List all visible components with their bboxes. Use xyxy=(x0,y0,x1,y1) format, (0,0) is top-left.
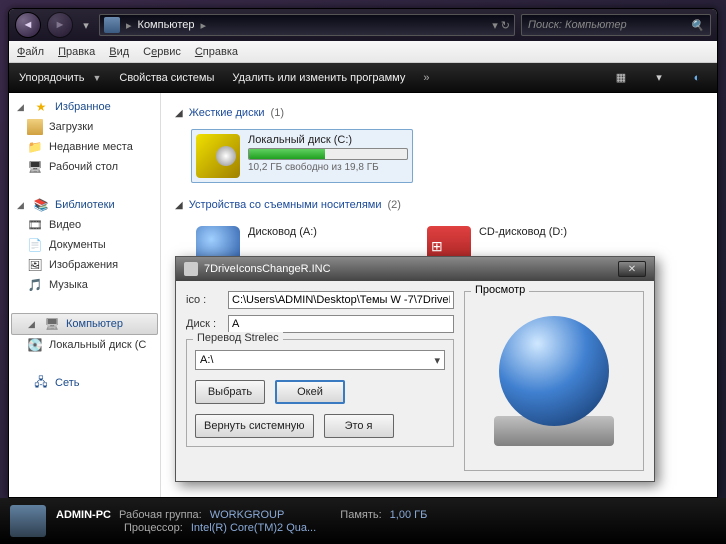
computer-icon: 🖥 xyxy=(44,316,60,332)
back-button[interactable]: ◄ xyxy=(15,12,41,38)
workgroup-label: Рабочая группа: xyxy=(119,509,202,521)
menu-help[interactable]: Справка xyxy=(195,46,238,58)
drive-name: Локальный диск (C:) xyxy=(248,134,408,146)
drive-icon: 💽 xyxy=(27,337,43,353)
collapse-icon: ◢ xyxy=(175,108,183,119)
system-properties-button[interactable]: Свойства системы xyxy=(119,72,214,84)
sidebar-computer[interactable]: ◢🖥Компьютер xyxy=(11,313,158,335)
preview-group: Просмотр xyxy=(464,291,644,471)
drive-icons-changer-dialog: 7DriveIconsChangeR.INC ✕ ico : Диск : Пе… xyxy=(175,256,655,482)
restore-system-button[interactable]: Вернуть системную xyxy=(195,414,314,438)
drive-c[interactable]: Локальный диск (C:) 10,2 ГБ свободно из … xyxy=(191,129,413,183)
breadcrumb-sep-icon: ▸ xyxy=(200,19,206,32)
nav-history-dropdown[interactable]: ▾ xyxy=(79,15,93,35)
memory-value: 1,00 ГБ xyxy=(390,509,428,521)
disk-label: Диск : xyxy=(186,318,222,330)
cpu-value: Intel(R) Core(TM)2 Qua... xyxy=(191,522,316,534)
about-button[interactable]: Это я xyxy=(324,414,394,438)
organize-button[interactable]: Упорядочить xyxy=(19,72,84,84)
collapse-icon: ◢ xyxy=(175,200,183,211)
sidebar-network[interactable]: ◢🖧Сеть xyxy=(9,373,160,393)
network-icon: 🖧 xyxy=(33,375,49,391)
video-icon: 🎞 xyxy=(27,217,43,233)
pictures-icon: 🖼 xyxy=(27,257,43,273)
ico-label: ico : xyxy=(186,294,222,306)
sidebar-music[interactable]: 🎵Музыка xyxy=(9,275,160,295)
sidebar-documents[interactable]: 📄Документы xyxy=(9,235,160,255)
drive-name: CD-дисковод (D:) xyxy=(479,226,567,238)
help-icon[interactable]: ◐ xyxy=(687,68,707,88)
drive-combo[interactable]: A:\ ▾ xyxy=(195,350,445,370)
capacity-bar xyxy=(248,148,408,160)
select-button[interactable]: Выбрать xyxy=(195,380,265,404)
folder-icon xyxy=(27,119,43,135)
breadcrumb-segment[interactable]: Компьютер xyxy=(138,19,195,31)
globe-drive-icon xyxy=(489,316,619,446)
forward-button[interactable]: ► xyxy=(47,12,73,38)
sidebar-libraries-header[interactable]: ◢📚Библиотеки xyxy=(9,195,160,215)
search-icon: 🔍 xyxy=(690,19,704,32)
menu-file[interactable]: Файл xyxy=(17,46,44,58)
sidebar-pictures[interactable]: 🖼Изображения xyxy=(9,255,160,275)
view-mode-button[interactable]: ▦ xyxy=(611,68,631,88)
ico-path-input[interactable] xyxy=(228,291,454,309)
drive-icon xyxy=(196,134,240,178)
computer-icon xyxy=(104,17,120,33)
details-pane: ADMIN-PC Рабочая группа: WORKGROUP Памят… xyxy=(0,498,726,544)
navigation-pane: ◢★Избранное Загрузки 📁Недавние места 🖥Ра… xyxy=(9,93,161,497)
close-button[interactable]: ✕ xyxy=(618,261,646,277)
sidebar-downloads[interactable]: Загрузки xyxy=(9,117,160,137)
translate-group: Перевод Strelec A:\ ▾ Выбрать Окей Верну… xyxy=(186,339,454,447)
computer-icon xyxy=(10,505,46,537)
search-placeholder: Поиск: Компьютер xyxy=(528,19,627,31)
computer-name: ADMIN-PC xyxy=(56,509,111,521)
icon-preview xyxy=(473,300,635,462)
address-bar[interactable]: ▸ Компьютер ▸ ▾ ↻ xyxy=(99,14,515,36)
menubar: Файл Правка Вид Сервис Справка xyxy=(9,41,717,63)
disk-input[interactable] xyxy=(228,315,454,333)
app-icon xyxy=(184,262,198,276)
dialog-titlebar[interactable]: 7DriveIconsChangeR.INC ✕ xyxy=(176,257,654,281)
menu-view[interactable]: Вид xyxy=(109,46,129,58)
music-icon: 🎵 xyxy=(27,277,43,293)
sidebar-favorites-header[interactable]: ◢★Избранное xyxy=(9,97,160,117)
drive-name: Дисковод (A:) xyxy=(248,226,317,238)
memory-label: Память: xyxy=(340,509,381,521)
search-box[interactable]: Поиск: Компьютер 🔍 xyxy=(521,14,711,36)
ok-button[interactable]: Окей xyxy=(275,380,345,404)
recent-icon: 📁 xyxy=(27,139,43,155)
library-icon: 📚 xyxy=(33,197,49,213)
chevron-down-icon: ▼ xyxy=(92,73,101,83)
cpu-label: Процессор: xyxy=(124,522,183,534)
desktop-icon: 🖥 xyxy=(27,159,43,175)
workgroup-value: WORKGROUP xyxy=(210,509,285,521)
sidebar-recent[interactable]: 📁Недавние места xyxy=(9,137,160,157)
uninstall-program-button[interactable]: Удалить или изменить программу xyxy=(232,72,405,84)
titlebar: ◄ ► ▾ ▸ Компьютер ▸ ▾ ↻ Поиск: Компьютер… xyxy=(9,9,717,41)
preview-legend: Просмотр xyxy=(471,284,529,296)
sidebar-local-c[interactable]: 💽Локальный диск (C xyxy=(9,335,160,355)
group-legend: Перевод Strelec xyxy=(193,332,283,344)
command-bar: Упорядочить ▼ Свойства системы Удалить ил… xyxy=(9,63,717,93)
breadcrumb-sep-icon: ▸ xyxy=(126,19,132,32)
chevron-down-icon: ▾ xyxy=(434,354,440,367)
category-removable[interactable]: ◢ Устройства со съемными носителями (2) xyxy=(175,199,703,211)
sidebar-video[interactable]: 🎞Видео xyxy=(9,215,160,235)
category-hdd[interactable]: ◢ Жесткие диски (1) xyxy=(175,107,703,119)
star-icon: ★ xyxy=(33,99,49,115)
drive-free-text: 10,2 ГБ свободно из 19,8 ГБ xyxy=(248,162,408,173)
menu-service[interactable]: Сервис xyxy=(143,46,181,58)
overflow-chevron-icon[interactable]: » xyxy=(423,72,429,84)
menu-edit[interactable]: Правка xyxy=(58,46,95,58)
chevron-down-icon[interactable]: ▾ xyxy=(649,68,669,88)
refresh-dropdown-icon[interactable]: ▾ ↻ xyxy=(492,19,510,32)
document-icon: 📄 xyxy=(27,237,43,253)
sidebar-desktop[interactable]: 🖥Рабочий стол xyxy=(9,157,160,177)
dialog-title: 7DriveIconsChangeR.INC xyxy=(204,263,331,275)
